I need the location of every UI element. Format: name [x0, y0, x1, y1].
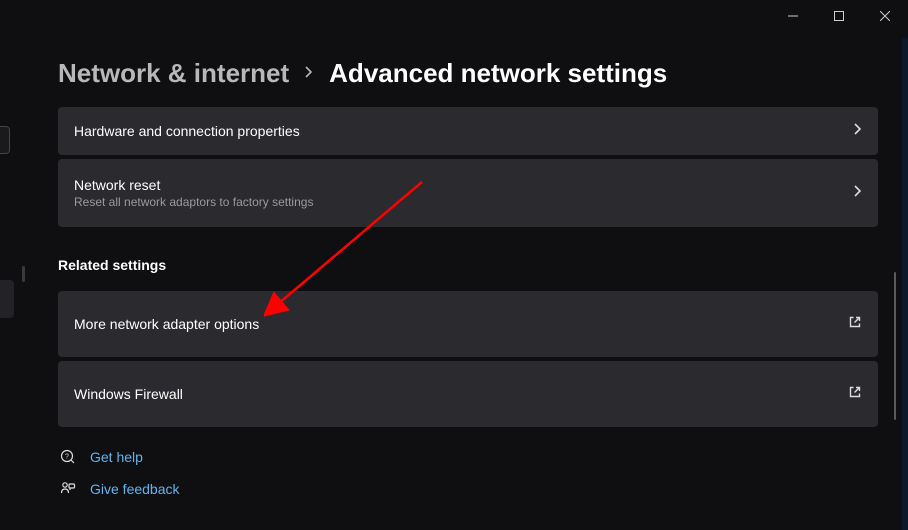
card-text: Network reset Reset all network adaptors…: [74, 177, 313, 209]
breadcrumb-parent[interactable]: Network & internet: [58, 58, 289, 89]
chevron-right-icon: [854, 122, 862, 140]
give-feedback-row[interactable]: Give feedback: [58, 481, 878, 497]
card-text: Hardware and connection properties: [74, 123, 300, 139]
titlebar: [770, 0, 908, 32]
main-content: Network & internet Advanced network sett…: [58, 58, 878, 497]
help-icon: ?: [60, 449, 76, 465]
feedback-icon: [60, 481, 76, 497]
card-title: More network adapter options: [74, 316, 259, 332]
card-title: Windows Firewall: [74, 386, 183, 402]
close-button[interactable]: [862, 0, 908, 32]
network-reset-card[interactable]: Network reset Reset all network adaptors…: [58, 159, 878, 227]
nav-indicator: [22, 266, 25, 282]
minimize-button[interactable]: [770, 0, 816, 32]
svg-text:?: ?: [65, 454, 69, 461]
breadcrumb-current: Advanced network settings: [329, 58, 667, 89]
give-feedback-link[interactable]: Give feedback: [90, 481, 180, 497]
related-settings-header: Related settings: [58, 257, 878, 273]
card-text: Windows Firewall: [74, 386, 183, 402]
nav-stub-2: [0, 280, 14, 318]
chevron-right-icon: [854, 184, 862, 202]
scrollbar[interactable]: [894, 272, 896, 420]
card-title: Hardware and connection properties: [74, 123, 300, 139]
right-edge-decoration: [902, 38, 908, 530]
nav-stub: [0, 126, 10, 154]
maximize-button[interactable]: [816, 0, 862, 32]
hardware-properties-card[interactable]: Hardware and connection properties: [58, 107, 878, 155]
card-title: Network reset: [74, 177, 313, 193]
windows-firewall-card[interactable]: Windows Firewall: [58, 361, 878, 427]
external-link-icon: [848, 315, 862, 334]
get-help-link[interactable]: Get help: [90, 449, 143, 465]
more-adapter-options-card[interactable]: More network adapter options: [58, 291, 878, 357]
external-link-icon: [848, 385, 862, 404]
breadcrumb: Network & internet Advanced network sett…: [58, 58, 878, 89]
card-text: More network adapter options: [74, 316, 259, 332]
card-subtitle: Reset all network adaptors to factory se…: [74, 195, 313, 209]
get-help-row[interactable]: ? Get help: [58, 449, 878, 465]
chevron-right-icon: [305, 66, 313, 81]
